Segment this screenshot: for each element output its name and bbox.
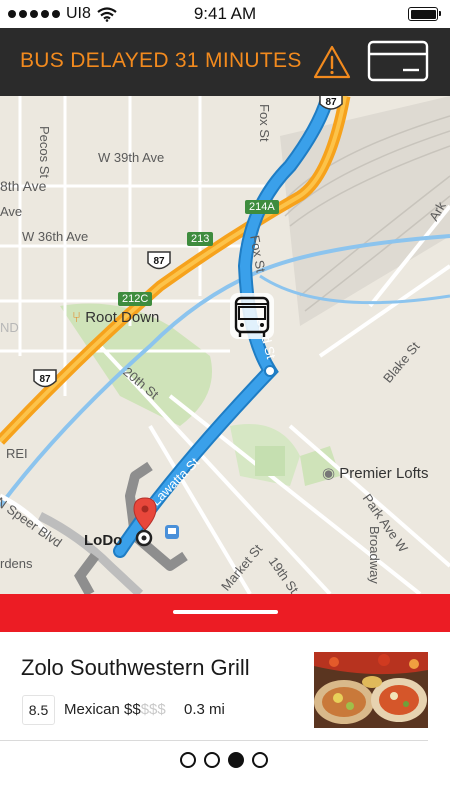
distance-label: 0.3 mi	[184, 701, 225, 718]
route-alt	[74, 553, 99, 594]
street-label: Broadway	[367, 526, 382, 584]
bottom-sheet-header[interactable]	[0, 594, 450, 632]
page-dot[interactable]	[180, 752, 196, 768]
place-label: REI	[6, 446, 28, 461]
place-rei[interactable]: REI	[6, 446, 28, 461]
rating-badge: 8.5	[22, 695, 55, 725]
drag-handle[interactable]	[173, 610, 278, 614]
place-card[interactable]: Zolo Southwestern Grill 8.5 Mexican $$$$…	[0, 632, 450, 799]
price-level-remaining: $$$	[140, 701, 166, 718]
cuisine-label: Mexican	[64, 701, 120, 718]
card-icon[interactable]	[367, 40, 429, 82]
battery-icon	[408, 7, 441, 21]
street-label: Ave	[0, 204, 23, 219]
street-label: 8th Ave	[0, 178, 47, 194]
place-label: Premier Lofts	[339, 465, 429, 482]
cuisine-and-price: Mexican $$$$$	[64, 701, 166, 718]
route-stop	[264, 365, 276, 377]
page-dot-active[interactable]	[228, 752, 244, 768]
alert-message: BUS DELAYED 31 MINUTES	[20, 49, 302, 72]
neighborhood-label: LoDo	[84, 532, 123, 549]
map-view[interactable]: 87 87 87 213 214A 212C Pecos St W 39th A…	[0, 96, 450, 594]
food-photo[interactable]	[314, 652, 428, 728]
divider	[0, 740, 428, 741]
page-dot[interactable]	[204, 752, 220, 768]
route-shield-87: 87	[33, 369, 57, 388]
street-label: W 36th Ave	[22, 229, 89, 244]
page-indicator[interactable]	[180, 752, 268, 768]
map-pin-icon[interactable]	[132, 496, 158, 548]
street-label: ND	[0, 320, 19, 335]
transit-station-icon	[165, 525, 179, 539]
shield-87-label: 87	[325, 97, 337, 108]
page-dot[interactable]	[252, 752, 268, 768]
street-label: Fox St	[257, 104, 272, 142]
warning-icon[interactable]	[313, 44, 351, 80]
place-premier-lofts[interactable]: ◉ Premier Lofts	[322, 464, 428, 482]
bus-icon[interactable]	[224, 290, 280, 342]
place-root-down[interactable]: ⑂ Root Down	[72, 309, 159, 326]
exit-212c-badge: 212C	[118, 292, 153, 306]
restaurant-icon: ⑂	[72, 309, 82, 326]
street-label: W 39th Ave	[98, 150, 165, 165]
status-bar: UI8 9:41 AM	[0, 0, 450, 28]
place-name: Zolo Southwestern Grill	[21, 655, 250, 680]
svg-text:87: 87	[153, 256, 165, 267]
route-shield-87: 87	[319, 96, 343, 110]
street-label: Pecos St	[37, 126, 52, 179]
status-time: 9:41 AM	[193, 4, 257, 23]
svg-text:87: 87	[39, 374, 51, 385]
poi-icon: ◉	[322, 465, 336, 482]
route-shield-87: 87	[147, 251, 171, 270]
price-level: $$	[124, 701, 141, 718]
exit-214a-badge: 214A	[245, 200, 279, 214]
street-label: rdens	[0, 556, 33, 571]
exit-213-badge: 213	[187, 232, 214, 246]
place-label: Root Down	[85, 309, 160, 326]
